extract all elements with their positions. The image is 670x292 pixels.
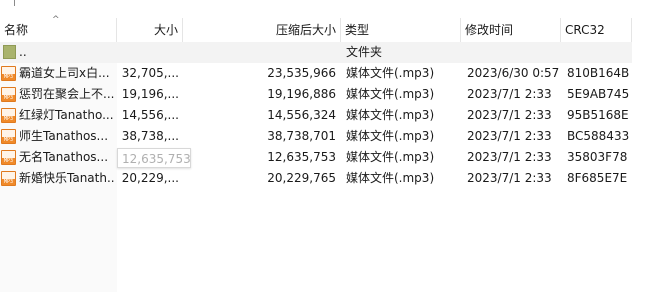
file-crc: 35803F78 <box>567 150 628 164</box>
file-name: 红绿灯Tanatho... <box>19 108 114 122</box>
file-type: 媒体文件(.mp3) <box>346 66 435 80</box>
mp3-file-icon: MP3 <box>1 87 16 102</box>
file-row[interactable]: MP3无名Tanathos...12,635,...12,635,753媒体文件… <box>0 147 632 168</box>
file-row[interactable]: MP3 红绿灯Tanatho... 14,556,... 14,556,324 媒体文件… <box>0 105 632 126</box>
file-modified: 2023/6/30 0:57 <box>467 66 559 80</box>
column-header-packed-size-label: 压缩后大小 <box>275 23 336 37</box>
parent-folder-row[interactable]: .. 文件夹 <box>0 42 632 63</box>
file-modified: 2023/7/1 2:33 <box>467 129 552 143</box>
file-size: 32,705,... <box>121 66 179 80</box>
file-modified: 2023/7/1 2:33 <box>467 150 552 164</box>
mp3-file-icon: MP3 <box>1 150 16 165</box>
parent-folder-name: .. <box>19 45 27 59</box>
column-header-size-label: 大小 <box>153 23 178 37</box>
file-row[interactable]: MP3 新婚快乐Tanath... 20,229,... 20,229,765 媒体文件… <box>0 168 632 189</box>
mp3-badge-label: MP3 <box>2 179 15 185</box>
file-row[interactable]: MP3 惩罚在聚会上不... 19,196,... 19,196,886 媒体文件(.m… <box>0 84 632 105</box>
column-header-type-label: 类型 <box>345 23 370 37</box>
file-modified: 2023/7/1 2:33 <box>467 171 552 185</box>
file-packed-size: 12,635,753 <box>267 150 336 164</box>
resize-tick <box>14 0 15 6</box>
mp3-badge-label: MP3 <box>2 137 15 143</box>
file-name: 无名Tanathos... <box>19 150 109 164</box>
file-row[interactable]: MP3 师生Tanathos... 38,738,... 38,738,701 媒体文件… <box>0 126 632 147</box>
file-name: 霸道女上司x白... <box>19 66 110 80</box>
column-header-type[interactable]: 类型 <box>341 18 461 42</box>
file-name: 新婚快乐Tanath... <box>19 171 115 185</box>
file-modified: 2023/7/1 2:33 <box>467 87 552 101</box>
file-size: 38,738,... <box>121 129 179 143</box>
file-name: 惩罚在聚会上不... <box>19 87 115 101</box>
mp3-file-icon: MP3 <box>1 129 16 144</box>
folder-icon <box>3 45 16 59</box>
mp3-file-icon: MP3 <box>1 108 16 123</box>
column-header-crc-label: CRC32 <box>565 23 605 37</box>
file-type: 媒体文件(.mp3) <box>346 87 435 101</box>
mp3-file-icon: MP3 <box>1 171 16 186</box>
file-type: 媒体文件(.mp3) <box>346 129 435 143</box>
file-crc: BC588433 <box>567 129 629 143</box>
file-row[interactable]: MP3 霸道女上司x白... 32,705,... 23,535,966 媒体文件(.m… <box>0 63 632 84</box>
column-header-crc[interactable]: CRC32 <box>561 18 632 42</box>
file-size: 14,556,... <box>121 108 179 122</box>
column-header-modified-label: 修改时间 <box>465 23 514 37</box>
file-packed-size: 20,229,765 <box>267 171 336 185</box>
file-crc: 8F685E7E <box>567 171 628 185</box>
mp3-badge-label: MP3 <box>2 95 15 101</box>
file-crc: 95B5168E <box>567 108 629 122</box>
file-type: 媒体文件(.mp3) <box>346 150 435 164</box>
file-size: 19,196,... <box>121 87 179 101</box>
column-header-size[interactable]: 大小 <box>117 18 183 42</box>
parent-folder-type: 文件夹 <box>346 45 383 59</box>
mp3-file-icon: MP3 <box>1 66 16 81</box>
file-packed-size: 19,196,886 <box>267 87 336 101</box>
file-crc: 810B164B <box>567 66 629 80</box>
file-packed-size: 38,738,701 <box>267 129 336 143</box>
mp3-badge-label: MP3 <box>2 116 15 122</box>
column-header-name-label: 名称 <box>4 23 29 37</box>
sort-ascending-icon: ^ <box>52 15 60 25</box>
file-name: 师生Tanathos... <box>19 129 109 143</box>
column-header-name[interactable]: ^ 名称 <box>0 15 117 42</box>
column-header-modified[interactable]: 修改时间 <box>461 18 561 42</box>
top-strip <box>0 0 670 18</box>
size-tooltip: 12,635,753 <box>117 148 191 168</box>
file-type: 媒体文件(.mp3) <box>346 171 435 185</box>
file-packed-size: 23,535,966 <box>267 66 336 80</box>
mp3-badge-label: MP3 <box>2 74 15 80</box>
file-type: 媒体文件(.mp3) <box>346 108 435 122</box>
column-header: ^ 名称 大小 压缩后大小 类型 修改时间 CRC32 <box>0 15 670 42</box>
file-crc: 5E9AB745 <box>567 87 629 101</box>
file-packed-size: 14,556,324 <box>267 108 336 122</box>
file-size: 20,229,... <box>121 171 179 185</box>
file-modified: 2023/7/1 2:33 <box>467 108 552 122</box>
mp3-badge-label: MP3 <box>2 158 15 164</box>
column-header-packed-size[interactable]: 压缩后大小 <box>183 18 341 42</box>
